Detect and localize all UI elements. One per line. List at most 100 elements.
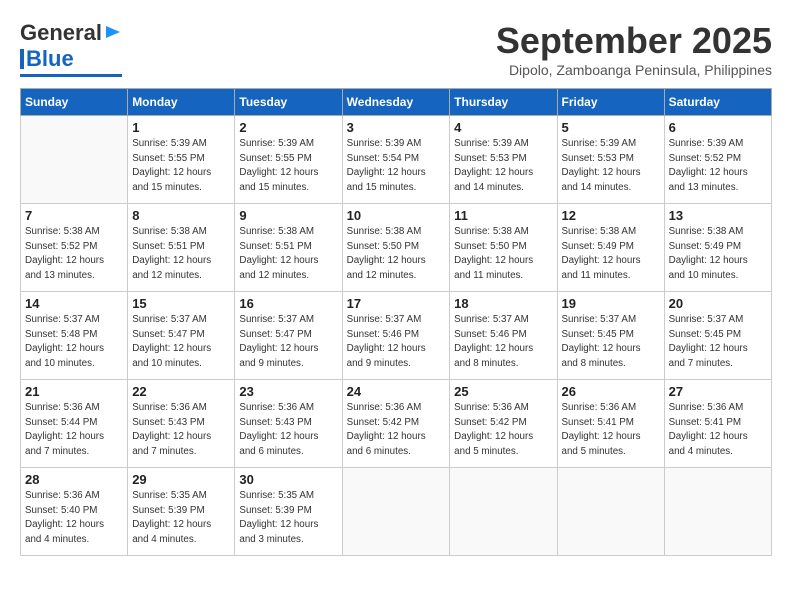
- day-info: Sunrise: 5:37 AM Sunset: 5:48 PM Dayligh…: [25, 313, 123, 372]
- day-info: Sunrise: 5:36 AM Sunset: 5:42 PM Dayligh…: [347, 401, 446, 460]
- day-info: Sunrise: 5:37 AM Sunset: 5:46 PM Dayligh…: [347, 313, 446, 372]
- calendar-day-cell: 29 Sunrise: 5:35 AM Sunset: 5:39 PM Dayli…: [128, 468, 235, 556]
- calendar-day-cell: 4 Sunrise: 5:39 AM Sunset: 5:53 PM Daylig…: [450, 116, 557, 204]
- calendar-day-cell: 9 Sunrise: 5:38 AM Sunset: 5:51 PM Daylig…: [235, 204, 342, 292]
- day-number: 15: [132, 296, 230, 311]
- day-number: 20: [669, 296, 767, 311]
- day-number: 18: [454, 296, 552, 311]
- day-info: Sunrise: 5:37 AM Sunset: 5:45 PM Dayligh…: [669, 313, 767, 372]
- day-number: 29: [132, 472, 230, 487]
- day-info: Sunrise: 5:36 AM Sunset: 5:41 PM Dayligh…: [669, 401, 767, 460]
- day-number: 10: [347, 208, 446, 223]
- calendar-header-row: SundayMondayTuesdayWednesdayThursdayFrid…: [21, 89, 772, 116]
- calendar-day-cell: 18 Sunrise: 5:37 AM Sunset: 5:46 PM Dayli…: [450, 292, 557, 380]
- calendar-day-cell: 3Sunrise: 5:39 AM Sunset: 5:54 PM Daylig…: [342, 116, 450, 204]
- day-info: Sunrise: 5:39 AM Sunset: 5:55 PM Dayligh…: [132, 137, 230, 196]
- logo-blue-text: Blue: [26, 46, 74, 72]
- day-number: 26: [562, 384, 660, 399]
- day-info: Sunrise: 5:39 AM Sunset: 5:53 PM Dayligh…: [454, 137, 552, 196]
- day-info: Sunrise: 5:35 AM Sunset: 5:39 PM Dayligh…: [132, 489, 230, 548]
- day-info: Sunrise: 5:39 AM Sunset: 5:52 PM Dayligh…: [669, 137, 767, 196]
- day-info: Sunrise: 5:38 AM Sunset: 5:49 PM Dayligh…: [669, 225, 767, 284]
- calendar-day-cell: 16Sunrise: 5:37 AM Sunset: 5:47 PM Dayli…: [235, 292, 342, 380]
- day-number: 11: [454, 208, 552, 223]
- day-info: Sunrise: 5:38 AM Sunset: 5:52 PM Dayligh…: [25, 225, 123, 284]
- calendar-day-cell: [450, 468, 557, 556]
- calendar-day-cell: [21, 116, 128, 204]
- day-of-week-header: Wednesday: [342, 89, 450, 116]
- day-number: 4: [454, 120, 552, 135]
- subtitle: Dipolo, Zamboanga Peninsula, Philippines: [496, 62, 772, 78]
- day-number: 14: [25, 296, 123, 311]
- day-info: Sunrise: 5:36 AM Sunset: 5:42 PM Dayligh…: [454, 401, 552, 460]
- day-number: 17: [347, 296, 446, 311]
- day-number: 21: [25, 384, 123, 399]
- calendar-day-cell: 7Sunrise: 5:38 AM Sunset: 5:52 PM Daylig…: [21, 204, 128, 292]
- calendar-week-row: 7Sunrise: 5:38 AM Sunset: 5:52 PM Daylig…: [21, 204, 772, 292]
- day-number: 16: [239, 296, 337, 311]
- day-of-week-header: Tuesday: [235, 89, 342, 116]
- calendar-day-cell: 23Sunrise: 5:36 AM Sunset: 5:43 PM Dayli…: [235, 380, 342, 468]
- calendar-day-cell: 30 Sunrise: 5:35 AM Sunset: 5:39 PM Dayli…: [235, 468, 342, 556]
- day-of-week-header: Sunday: [21, 89, 128, 116]
- day-info: Sunrise: 5:37 AM Sunset: 5:46 PM Dayligh…: [454, 313, 552, 372]
- calendar-day-cell: [557, 468, 664, 556]
- day-number: 3: [347, 120, 446, 135]
- day-number: 6: [669, 120, 767, 135]
- day-info: Sunrise: 5:38 AM Sunset: 5:49 PM Dayligh…: [562, 225, 660, 284]
- day-info: Sunrise: 5:39 AM Sunset: 5:55 PM Dayligh…: [239, 137, 337, 196]
- day-of-week-header: Friday: [557, 89, 664, 116]
- day-number: 25: [454, 384, 552, 399]
- title-area: September 2025 Dipolo, Zamboanga Peninsu…: [496, 20, 772, 78]
- logo-underline: [20, 74, 122, 77]
- day-number: 2: [239, 120, 337, 135]
- calendar-day-cell: 17 Sunrise: 5:37 AM Sunset: 5:46 PM Dayli…: [342, 292, 450, 380]
- day-info: Sunrise: 5:39 AM Sunset: 5:53 PM Dayligh…: [562, 137, 660, 196]
- day-of-week-header: Thursday: [450, 89, 557, 116]
- day-info: Sunrise: 5:36 AM Sunset: 5:44 PM Dayligh…: [25, 401, 123, 460]
- day-info: Sunrise: 5:36 AM Sunset: 5:43 PM Dayligh…: [132, 401, 230, 460]
- day-number: 5: [562, 120, 660, 135]
- calendar-day-cell: 21 Sunrise: 5:36 AM Sunset: 5:44 PM Dayli…: [21, 380, 128, 468]
- logo-arrow-icon: [104, 23, 122, 41]
- day-number: 27: [669, 384, 767, 399]
- calendar-day-cell: 19Sunrise: 5:37 AM Sunset: 5:45 PM Dayli…: [557, 292, 664, 380]
- calendar-day-cell: 2 Sunrise: 5:39 AM Sunset: 5:55 PM Daylig…: [235, 116, 342, 204]
- day-info: Sunrise: 5:37 AM Sunset: 5:47 PM Dayligh…: [132, 313, 230, 372]
- calendar-week-row: 14 Sunrise: 5:37 AM Sunset: 5:48 PM Dayli…: [21, 292, 772, 380]
- calendar-day-cell: 11Sunrise: 5:38 AM Sunset: 5:50 PM Dayli…: [450, 204, 557, 292]
- day-number: 9: [239, 208, 337, 223]
- calendar-day-cell: 12 Sunrise: 5:38 AM Sunset: 5:49 PM Dayli…: [557, 204, 664, 292]
- day-number: 22: [132, 384, 230, 399]
- day-info: Sunrise: 5:38 AM Sunset: 5:51 PM Dayligh…: [132, 225, 230, 284]
- calendar-day-cell: 22 Sunrise: 5:36 AM Sunset: 5:43 PM Dayli…: [128, 380, 235, 468]
- day-number: 30: [239, 472, 337, 487]
- day-number: 1: [132, 120, 230, 135]
- calendar-day-cell: 8 Sunrise: 5:38 AM Sunset: 5:51 PM Daylig…: [128, 204, 235, 292]
- day-of-week-header: Monday: [128, 89, 235, 116]
- calendar-day-cell: 26 Sunrise: 5:36 AM Sunset: 5:41 PM Dayli…: [557, 380, 664, 468]
- calendar-day-cell: 1 Sunrise: 5:39 AM Sunset: 5:55 PM Daylig…: [128, 116, 235, 204]
- day-number: 8: [132, 208, 230, 223]
- day-info: Sunrise: 5:38 AM Sunset: 5:50 PM Dayligh…: [347, 225, 446, 284]
- day-info: Sunrise: 5:36 AM Sunset: 5:40 PM Dayligh…: [25, 489, 123, 548]
- day-number: 12: [562, 208, 660, 223]
- calendar-week-row: 21 Sunrise: 5:36 AM Sunset: 5:44 PM Dayli…: [21, 380, 772, 468]
- day-info: Sunrise: 5:35 AM Sunset: 5:39 PM Dayligh…: [239, 489, 337, 548]
- day-info: Sunrise: 5:36 AM Sunset: 5:41 PM Dayligh…: [562, 401, 660, 460]
- calendar-day-cell: 13Sunrise: 5:38 AM Sunset: 5:49 PM Dayli…: [664, 204, 771, 292]
- calendar-day-cell: [342, 468, 450, 556]
- calendar-week-row: 1 Sunrise: 5:39 AM Sunset: 5:55 PM Daylig…: [21, 116, 772, 204]
- calendar-day-cell: 20 Sunrise: 5:37 AM Sunset: 5:45 PM Dayli…: [664, 292, 771, 380]
- logo-text: General: [20, 20, 102, 46]
- calendar-day-cell: 6 Sunrise: 5:39 AM Sunset: 5:52 PM Daylig…: [664, 116, 771, 204]
- logo: General Blue: [20, 20, 122, 77]
- day-info: Sunrise: 5:38 AM Sunset: 5:51 PM Dayligh…: [239, 225, 337, 284]
- calendar-day-cell: [664, 468, 771, 556]
- calendar-day-cell: 27 Sunrise: 5:36 AM Sunset: 5:41 PM Dayli…: [664, 380, 771, 468]
- calendar-day-cell: 15 Sunrise: 5:37 AM Sunset: 5:47 PM Dayli…: [128, 292, 235, 380]
- day-of-week-header: Saturday: [664, 89, 771, 116]
- day-info: Sunrise: 5:36 AM Sunset: 5:43 PM Dayligh…: [239, 401, 337, 460]
- day-number: 28: [25, 472, 123, 487]
- page-header: General Blue September 2025 Dipolo, Zamb…: [20, 20, 772, 78]
